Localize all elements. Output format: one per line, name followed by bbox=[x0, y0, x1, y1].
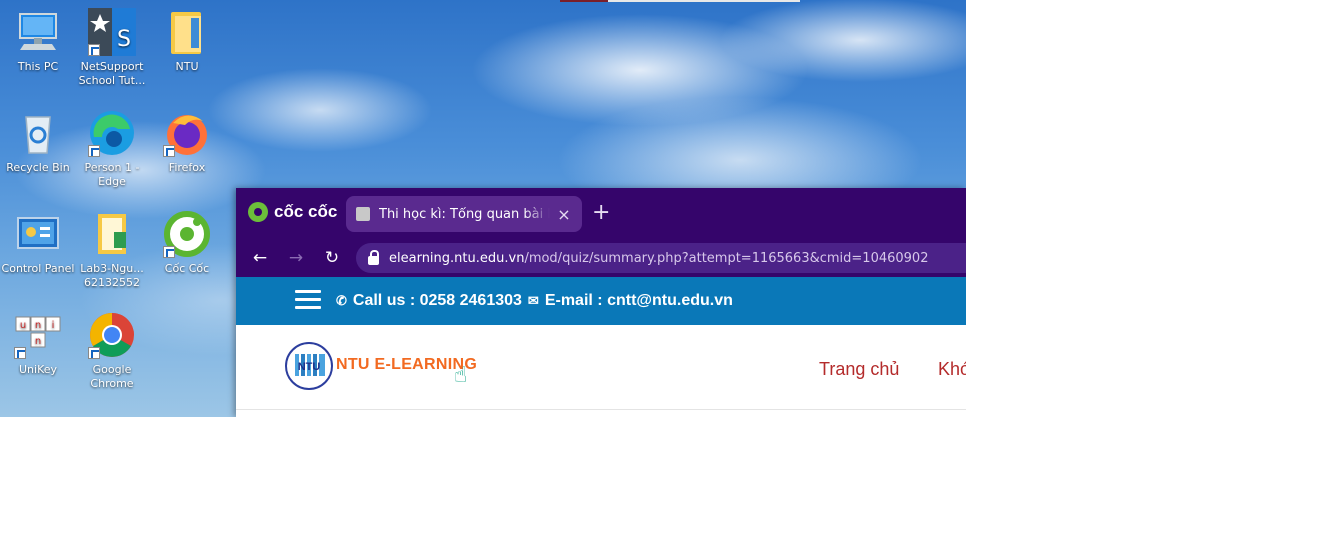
back-arrow-icon: ← bbox=[252, 248, 268, 268]
this-pc-icon bbox=[14, 8, 62, 56]
forward-arrow-icon: → bbox=[288, 248, 304, 268]
email-text: E-mail : cntt@ntu.edu.vn bbox=[544, 292, 733, 309]
recycle-bin-icon bbox=[14, 109, 62, 157]
desktop-icon-edge[interactable]: Person 1 - Edge bbox=[74, 109, 150, 189]
svg-text:n: n bbox=[35, 320, 41, 331]
svg-text:i: i bbox=[52, 320, 55, 331]
phone-icon: ✆ bbox=[336, 293, 347, 308]
icon-label: NTU bbox=[175, 60, 199, 73]
mail-icon: ✉ bbox=[527, 293, 539, 308]
shortcut-arrow-icon bbox=[163, 246, 175, 258]
icon-label: Person 1 - Edge bbox=[84, 161, 140, 188]
tab-active[interactable]: Thi học kì: Tổng quan bài làm × bbox=[346, 196, 582, 232]
desktop-icon-netsupport[interactable]: S NetSupport School Tut... bbox=[74, 8, 150, 88]
desktop-icon-chrome[interactable]: Google Chrome bbox=[74, 311, 150, 391]
url-path: /mod/quiz/summary.php?attempt=1165663&cm… bbox=[524, 250, 929, 266]
icon-label: Cốc Cốc bbox=[164, 262, 210, 275]
phone-text: Call us : 0258 2461303 bbox=[352, 292, 522, 309]
desktop-icon-recycle-bin[interactable]: Recycle Bin bbox=[0, 109, 76, 175]
icon-label: Lab3-Ngu... 62132552 bbox=[80, 262, 144, 289]
document-icon bbox=[88, 210, 136, 258]
address-bar[interactable]: elearning.ntu.edu.vn/mod/quiz/summary.ph… bbox=[356, 243, 966, 273]
desktop-icon-firefox[interactable]: Firefox bbox=[149, 109, 225, 175]
shortcut-arrow-icon bbox=[88, 44, 100, 56]
control-panel-icon bbox=[14, 210, 62, 258]
ntu-logo[interactable]: NTU bbox=[285, 342, 333, 390]
site-header: NTU NTU E-LEARNING ☝ Trang chủ Khó bbox=[236, 325, 966, 410]
svg-text:n: n bbox=[35, 336, 41, 347]
shortcut-arrow-icon bbox=[88, 347, 100, 359]
desktop-icon-ntu[interactable]: NTU bbox=[149, 8, 225, 74]
back-button[interactable]: ← bbox=[249, 247, 271, 269]
page-favicon-icon bbox=[356, 207, 370, 221]
icon-label: Recycle Bin bbox=[6, 161, 70, 174]
desktop-icon-unikey[interactable]: u n i n UniKey bbox=[0, 311, 76, 377]
shortcut-arrow-icon bbox=[163, 145, 175, 157]
pointer-hand-icon: ☝ bbox=[454, 363, 468, 388]
tab-strip: cốc cốc Thi học kì: Tổng quan bài làm × … bbox=[236, 188, 966, 240]
nav-item-courses[interactable]: Khó bbox=[938, 359, 966, 380]
icon-label: UniKey bbox=[18, 363, 58, 376]
icon-label: This PC bbox=[17, 60, 59, 73]
tab-title: Thi học kì: Tổng quan bài làm bbox=[379, 206, 550, 222]
firefox-icon bbox=[163, 109, 211, 157]
new-tab-button[interactable]: + bbox=[592, 202, 610, 224]
hamburger-menu-icon[interactable] bbox=[295, 290, 321, 310]
url-host: elearning.ntu.edu.vn bbox=[389, 250, 525, 266]
reload-button[interactable]: ↻ bbox=[321, 247, 343, 269]
netsupport-icon: S bbox=[88, 8, 136, 56]
tab-close-button[interactable]: × bbox=[556, 205, 572, 224]
reload-icon: ↻ bbox=[324, 248, 340, 268]
edge-icon bbox=[88, 109, 136, 157]
shortcut-arrow-icon bbox=[88, 145, 100, 157]
coccoc-logo-icon bbox=[248, 202, 268, 222]
forward-button[interactable]: → bbox=[285, 247, 307, 269]
icon-label: Firefox bbox=[168, 161, 206, 174]
icon-label: NetSupport School Tut... bbox=[78, 60, 146, 87]
svg-text:S: S bbox=[117, 27, 131, 52]
coccoc-icon bbox=[163, 210, 211, 258]
icon-label: Control Panel bbox=[1, 262, 75, 275]
web-page: ✆ Call us : 0258 2461303 ✉ E-mail : cntt… bbox=[236, 277, 966, 417]
lock-icon bbox=[368, 250, 379, 265]
desktop: This PC S NetSupport School Tut... NTU R… bbox=[0, 0, 966, 417]
browser-brand[interactable]: cốc cốc bbox=[248, 202, 337, 222]
brand-label: cốc cốc bbox=[274, 202, 338, 221]
desktop-icon-this-pc[interactable]: This PC bbox=[0, 8, 76, 74]
desktop-icon-coccoc[interactable]: Cốc Cốc bbox=[149, 210, 225, 276]
contact-info: ✆ Call us : 0258 2461303 ✉ E-mail : cntt… bbox=[336, 292, 733, 310]
browser-window: cốc cốc Thi học kì: Tổng quan bài làm × … bbox=[236, 188, 966, 417]
chrome-icon bbox=[88, 311, 136, 359]
shortcut-arrow-icon bbox=[14, 347, 26, 359]
window-edge bbox=[560, 0, 800, 2]
desktop-icon-lab3[interactable]: Lab3-Ngu... 62132552 bbox=[74, 210, 150, 290]
unikey-icon: u n i n bbox=[14, 311, 62, 359]
desktop-icon-control-panel[interactable]: Control Panel bbox=[0, 210, 76, 276]
svg-text:u: u bbox=[20, 320, 26, 331]
icon-label: Google Chrome bbox=[90, 363, 134, 390]
contact-bar: ✆ Call us : 0258 2461303 ✉ E-mail : cntt… bbox=[236, 277, 966, 325]
folder-icon bbox=[163, 8, 211, 56]
logo-text: NTU bbox=[297, 361, 321, 373]
browser-toolbar: ← → ↻ elearning.ntu.edu.vn/mod/quiz/summ… bbox=[236, 240, 966, 277]
nav-item-home[interactable]: Trang chủ bbox=[819, 359, 899, 380]
